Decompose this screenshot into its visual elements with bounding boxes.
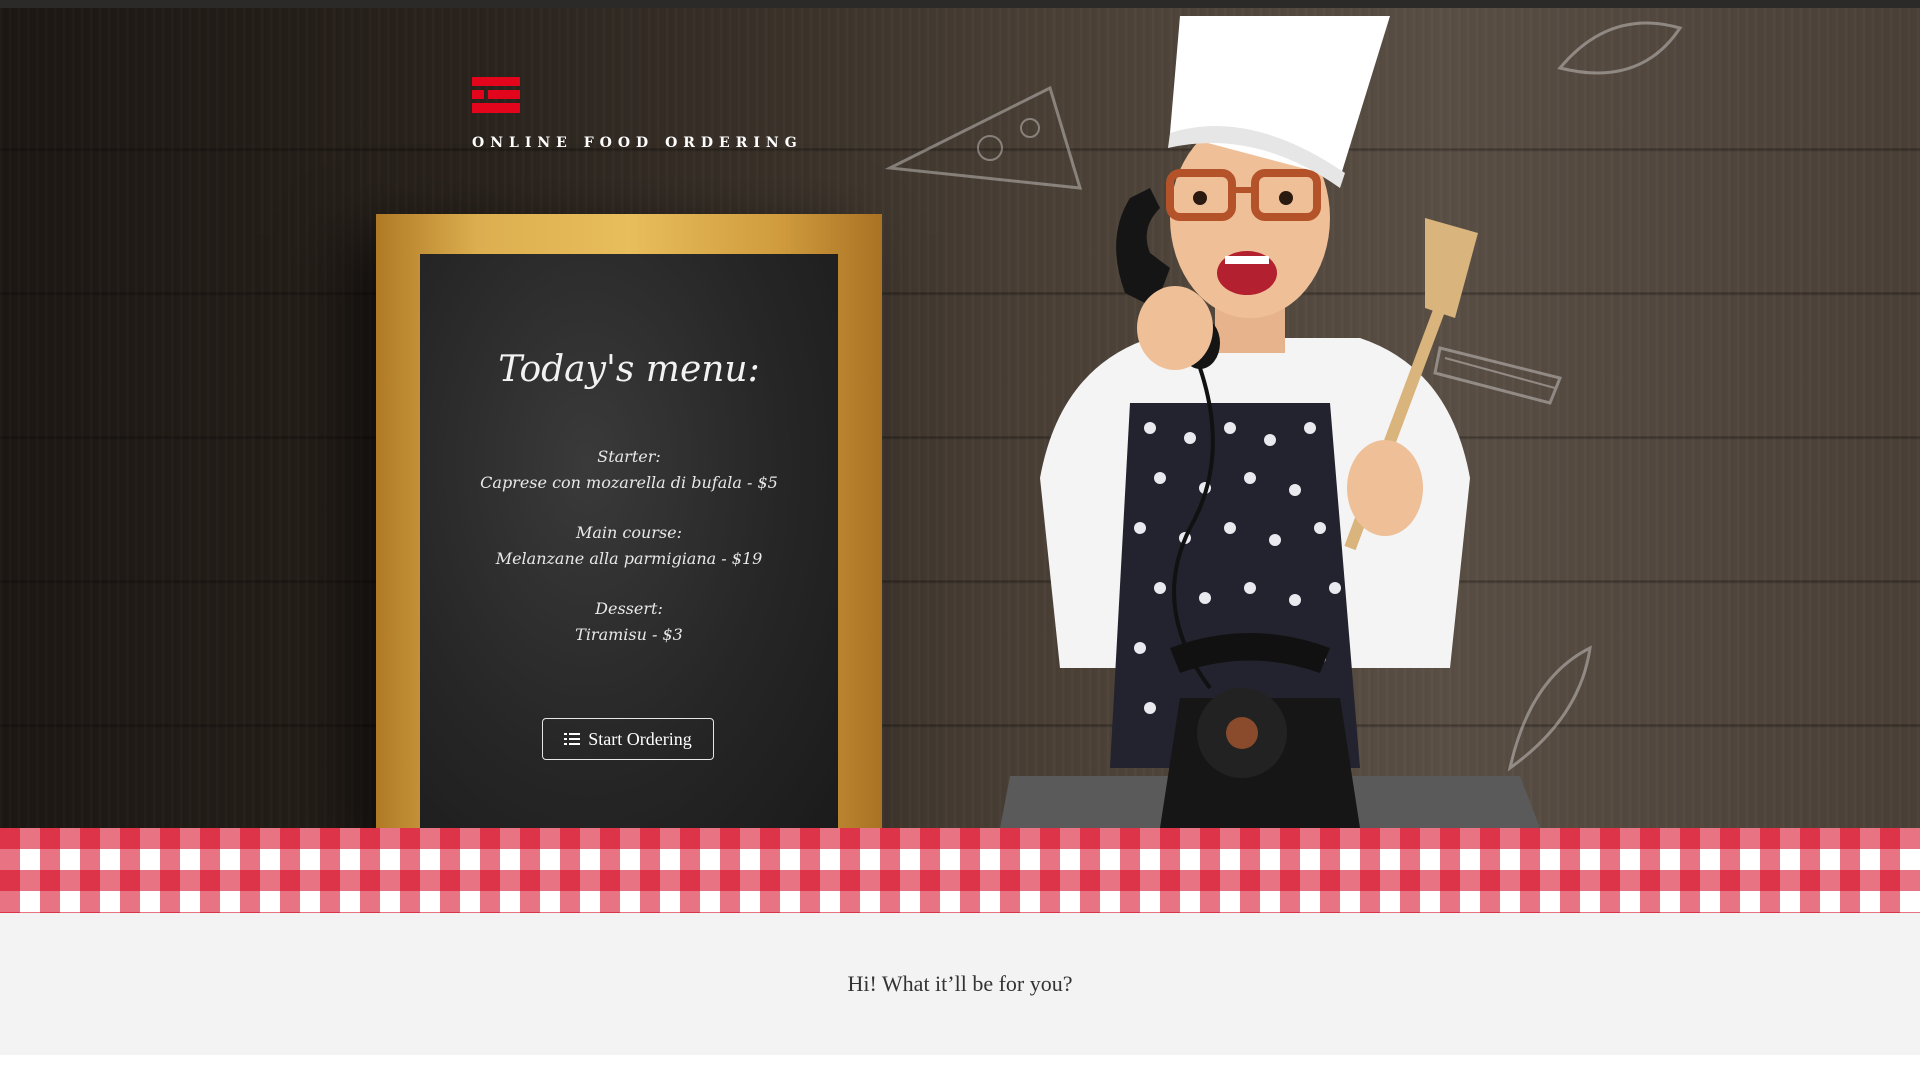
browser-top-strip	[0, 0, 1920, 8]
course-dish: Tiramisu - $3	[575, 625, 683, 644]
course-dish: Caprese con mozarella di bufala - $5	[480, 473, 778, 492]
hero-section: ONLINE FOOD ORDERING Today's menu: Start…	[0, 8, 1920, 828]
menu-title: Today's menu:	[498, 349, 760, 390]
menu-board-frame: Today's menu: Starter: Caprese con mozar…	[376, 214, 882, 828]
greeting-text: Hi! What it’ll be for you?	[847, 971, 1073, 996]
sandwich-sketch-icon	[1433, 346, 1563, 405]
fork-knife-logo-icon	[472, 77, 520, 113]
course-label: Main course:	[575, 523, 683, 542]
course-dish: Melanzane alla parmigiana - $19	[495, 549, 763, 568]
list-icon	[564, 733, 581, 745]
pizza-sketch-icon	[884, 85, 1083, 190]
course-label: Dessert:	[595, 599, 663, 618]
menu-chalkboard: Today's menu: Starter: Caprese con mozar…	[420, 254, 838, 828]
menu-course-starter: Starter: Caprese con mozarella di bufala…	[420, 444, 838, 496]
course-label: Starter:	[597, 447, 661, 466]
menu-course-main: Main course: Melanzane alla parmigiana -…	[420, 520, 838, 572]
greeting-section: Hi! What it’ll be for you?	[0, 913, 1920, 1055]
leaf-sketch-icon	[1507, 645, 1592, 772]
start-ordering-button[interactable]: Start Ordering	[542, 718, 714, 760]
checkered-tablecloth-divider	[0, 828, 1920, 913]
croissant-sketch-icon	[1557, 21, 1683, 75]
start-ordering-label: Start Ordering	[588, 728, 692, 749]
menu-course-dessert: Dessert: Tiramisu - $3	[420, 596, 838, 648]
brand-name: ONLINE FOOD ORDERING	[472, 135, 803, 151]
